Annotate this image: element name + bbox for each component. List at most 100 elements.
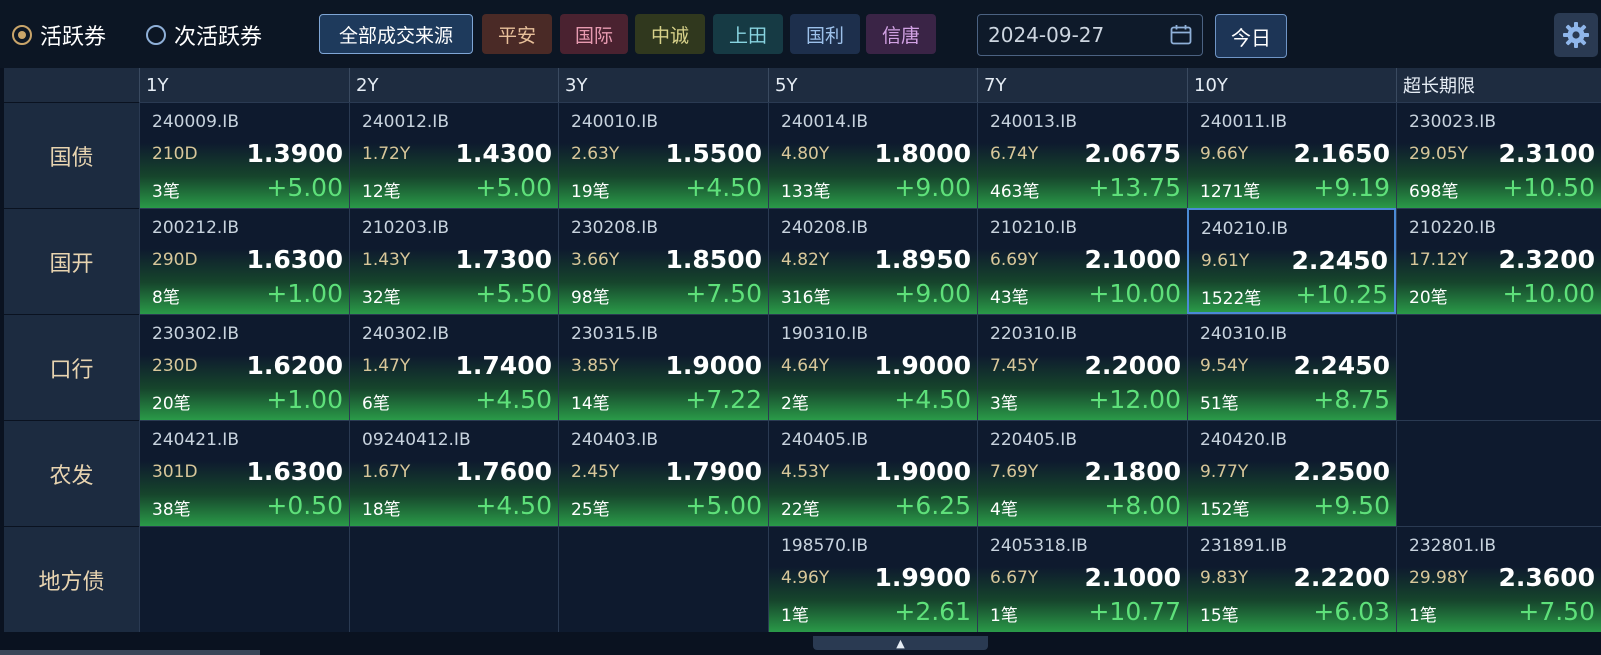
bond-cell[interactable]: 232801.IB 29.98Y 2.3600 1笔 +7.50	[1396, 526, 1601, 632]
trade-count: 20笔	[152, 394, 191, 414]
gear-icon	[1563, 22, 1589, 48]
remaining-term: 4.96Y	[781, 568, 830, 588]
bond-cell[interactable]: 240310.IB 9.54Y 2.2450 51笔 +8.75	[1187, 314, 1396, 420]
bond-cell[interactable]: 240420.IB 9.77Y 2.2500 152笔 +9.50	[1187, 420, 1396, 526]
bond-cell[interactable]: 240011.IB 9.66Y 2.1650 1271笔 +9.19	[1187, 102, 1396, 208]
bond-cell[interactable]: 240421.IB 301D 1.6300 38笔 +0.50	[139, 420, 349, 526]
trade-count: 1522笔	[1201, 289, 1262, 309]
bond-cell[interactable]: 231891.IB 9.83Y 2.2200 15笔 +6.03	[1187, 526, 1396, 632]
empty-cell	[349, 526, 558, 632]
yield-rate: 1.7900	[665, 457, 762, 486]
bond-cell[interactable]: 240208.IB 4.82Y 1.8950 316笔 +9.00	[768, 208, 977, 314]
bond-code: 210210.IB	[990, 218, 1077, 238]
trade-count: 20笔	[1409, 288, 1448, 308]
yield-change: +1.00	[266, 385, 343, 414]
yield-change: +10.25	[1295, 280, 1388, 309]
bond-cell[interactable]: 240012.IB 1.72Y 1.4300 12笔 +5.00	[349, 102, 558, 208]
date-picker[interactable]: 2024-09-27	[977, 14, 1203, 56]
bond-cell[interactable]: 240405.IB 4.53Y 1.9000 22笔 +6.25	[768, 420, 977, 526]
bond-code: 240302.IB	[362, 324, 449, 344]
trade-count: 316笔	[781, 288, 831, 308]
bond-code: 198570.IB	[781, 536, 868, 556]
remaining-term: 1.67Y	[362, 462, 411, 482]
bond-cell[interactable]: 230302.IB 230D 1.6200 20笔 +1.00	[139, 314, 349, 420]
bond-code: 240403.IB	[571, 430, 658, 450]
yield-rate: 1.7400	[455, 351, 552, 380]
bond-cell[interactable]: 09240412.IB 1.67Y 1.7600 18笔 +4.50	[349, 420, 558, 526]
bond-cell[interactable]: 240010.IB 2.63Y 1.5500 19笔 +4.50	[558, 102, 768, 208]
bond-cell[interactable]: 240014.IB 4.80Y 1.8000 133笔 +9.00	[768, 102, 977, 208]
bond-cell[interactable]: 240210.IB 9.61Y 2.2450 1522笔 +10.25	[1187, 208, 1396, 314]
radio-secondary-bonds[interactable]: 次活跃券	[146, 20, 262, 50]
bond-code: 231891.IB	[1200, 536, 1287, 556]
bond-code: 2405318.IB	[990, 536, 1088, 556]
bond-cell[interactable]: 2405318.IB 6.67Y 2.1000 1笔 +10.77	[977, 526, 1187, 632]
source-tag-pingan[interactable]: 平安	[482, 14, 552, 54]
source-tag-guoli[interactable]: 国利	[790, 14, 860, 54]
source-tag-zhongcheng[interactable]: 中诚	[635, 14, 705, 54]
yield-rate: 1.8000	[874, 139, 971, 168]
yield-rate: 1.9000	[874, 457, 971, 486]
trade-count: 4笔	[990, 500, 1018, 520]
source-tag-shangtian[interactable]: 上田	[713, 14, 783, 54]
bond-code: 240421.IB	[152, 430, 239, 450]
bond-cell[interactable]: 230208.IB 3.66Y 1.8500 98笔 +7.50	[558, 208, 768, 314]
source-tag-all[interactable]: 全部成交来源	[319, 14, 473, 54]
yield-rate: 1.3900	[246, 139, 343, 168]
bond-cell[interactable]: 240009.IB 210D 1.3900 3笔 +5.00	[139, 102, 349, 208]
trade-count: 19笔	[571, 182, 610, 202]
bond-cell[interactable]: 220310.IB 7.45Y 2.2000 3笔 +12.00	[977, 314, 1187, 420]
bond-code: 220405.IB	[990, 430, 1077, 450]
bond-cell[interactable]: 230315.IB 3.85Y 1.9000 14笔 +7.22	[558, 314, 768, 420]
radio-active-label: 活跃券	[40, 25, 107, 50]
bond-cell[interactable]: 210203.IB 1.43Y 1.7300 32笔 +5.50	[349, 208, 558, 314]
radio-selected-icon	[12, 25, 32, 45]
source-tag-xintang[interactable]: 信唐	[866, 14, 936, 54]
calendar-icon[interactable]	[1170, 24, 1192, 45]
remaining-term: 2.63Y	[571, 144, 620, 164]
bond-cell[interactable]: 190310.IB 4.64Y 1.9000 2笔 +4.50	[768, 314, 977, 420]
row-label: 农发	[4, 420, 139, 526]
bond-cell[interactable]: 200212.IB 290D 1.6300 8笔 +1.00	[139, 208, 349, 314]
yield-rate: 1.6200	[246, 351, 343, 380]
radio-secondary-label: 次活跃券	[174, 25, 263, 50]
yield-rate: 2.0675	[1084, 139, 1181, 168]
caret-up-icon: ▲	[896, 636, 905, 650]
bond-code: 240009.IB	[152, 112, 239, 132]
bond-cell[interactable]: 210220.IB 17.12Y 2.3200 20笔 +10.00	[1396, 208, 1601, 314]
bond-cell[interactable]: 240302.IB 1.47Y 1.7400 6笔 +4.50	[349, 314, 558, 420]
bond-code: 240208.IB	[781, 218, 868, 238]
bond-cell[interactable]: 210210.IB 6.69Y 2.1000 43笔 +10.00	[977, 208, 1187, 314]
column-header: 2Y	[349, 68, 558, 102]
toolbar: 活跃券 次活跃券 全部成交来源 平安 国际 中诚 上田 国利 信唐 2024-0…	[0, 0, 1601, 68]
yield-change: +7.22	[685, 385, 762, 414]
yield-rate: 1.7300	[455, 245, 552, 274]
yield-change: +9.19	[1313, 173, 1390, 202]
trade-count: 8笔	[152, 288, 180, 308]
bond-cell[interactable]: 220405.IB 7.69Y 2.1800 4笔 +8.00	[977, 420, 1187, 526]
bond-cell[interactable]: 240403.IB 2.45Y 1.7900 25笔 +5.00	[558, 420, 768, 526]
remaining-term: 2.45Y	[571, 462, 620, 482]
yield-change: +6.03	[1313, 597, 1390, 626]
bond-code: 210203.IB	[362, 218, 449, 238]
column-header: 3Y	[558, 68, 768, 102]
bond-cell[interactable]: 230023.IB 29.05Y 2.3100 698笔 +10.50	[1396, 102, 1601, 208]
remaining-term: 1.47Y	[362, 356, 411, 376]
bond-cell[interactable]: 240013.IB 6.74Y 2.0675 463笔 +13.75	[977, 102, 1187, 208]
row-label: 国开	[4, 208, 139, 314]
yield-change: +4.50	[475, 385, 552, 414]
radio-active-bonds[interactable]: 活跃券	[12, 20, 106, 50]
bond-code: 230315.IB	[571, 324, 658, 344]
collapse-handle[interactable]: ▲	[813, 636, 988, 650]
scrollbar[interactable]	[0, 650, 260, 655]
remaining-term: 29.98Y	[1409, 568, 1469, 588]
source-tag-guoji[interactable]: 国际	[560, 14, 628, 54]
bond-cell[interactable]: 198570.IB 4.96Y 1.9900 1笔 +2.61	[768, 526, 977, 632]
trade-count: 22笔	[781, 500, 820, 520]
trade-count: 14笔	[571, 394, 610, 414]
settings-button[interactable]	[1554, 13, 1598, 57]
remaining-term: 1.72Y	[362, 144, 411, 164]
yield-rate: 2.2000	[1084, 351, 1181, 380]
today-button[interactable]: 今日	[1215, 14, 1287, 58]
bond-code: 240310.IB	[1200, 324, 1287, 344]
